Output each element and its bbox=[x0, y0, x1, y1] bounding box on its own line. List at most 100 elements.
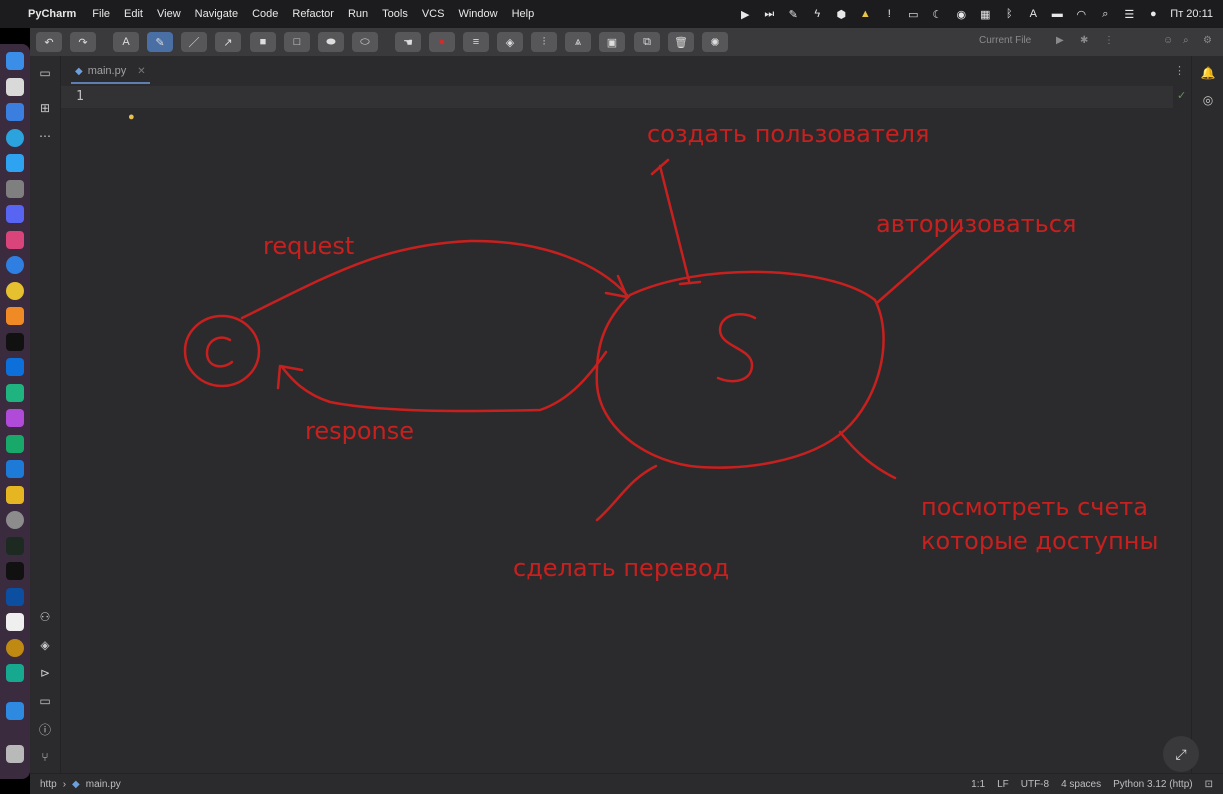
appcode-icon[interactable] bbox=[6, 231, 24, 249]
menu-navigate[interactable]: Navigate bbox=[195, 8, 238, 20]
bolt-icon[interactable]: ϟ bbox=[810, 8, 824, 20]
shield-icon[interactable]: ⬢ bbox=[834, 8, 848, 21]
app-store-icon[interactable] bbox=[6, 588, 24, 606]
rect-tool-icon[interactable]: □ bbox=[284, 32, 310, 52]
input-source-icon[interactable]: A bbox=[1026, 8, 1040, 20]
trash-icon[interactable] bbox=[6, 745, 24, 763]
menu-file[interactable]: File bbox=[92, 8, 110, 20]
caret-position[interactable]: 1:1 bbox=[971, 779, 985, 790]
undo-icon[interactable]: ↶ bbox=[36, 32, 62, 52]
menu-window[interactable]: Window bbox=[458, 8, 497, 20]
tab-options-icon[interactable]: ⋮ bbox=[1174, 64, 1185, 77]
bluetooth-icon[interactable]: ᛒ bbox=[1002, 8, 1016, 20]
breadcrumb-file[interactable]: main.py bbox=[86, 779, 121, 790]
finder-icon[interactable] bbox=[6, 52, 24, 70]
line-tool-icon[interactable]: ／ bbox=[181, 32, 207, 52]
launchpad-icon[interactable] bbox=[6, 78, 24, 96]
align-icon[interactable]: ⫶ bbox=[531, 32, 557, 52]
project-folder-icon[interactable]: ▭ bbox=[38, 66, 52, 80]
more-tools-icon[interactable]: ⋯ bbox=[38, 129, 52, 143]
moon-icon[interactable]: ☾ bbox=[930, 8, 944, 21]
tab-main-py[interactable]: ◆ main.py ✕ bbox=[71, 60, 150, 84]
python-interpreter[interactable]: Python 3.12 (http) bbox=[1113, 779, 1193, 790]
text-tool-icon[interactable]: A bbox=[113, 32, 139, 52]
system-preferences-icon[interactable] bbox=[6, 511, 24, 529]
webstorm-icon[interactable] bbox=[6, 358, 24, 376]
music-icon[interactable] bbox=[6, 639, 24, 657]
ide-settings-icon[interactable]: ⚙ bbox=[1203, 35, 1212, 46]
clion-icon[interactable] bbox=[6, 435, 24, 453]
lock-icon[interactable]: ⊡ bbox=[1205, 779, 1213, 790]
problems-icon[interactable]: ⓘ bbox=[38, 722, 52, 737]
ellipse-tool-icon[interactable]: ⬭ bbox=[352, 32, 378, 52]
notifications-icon[interactable]: 🔔 bbox=[1201, 66, 1216, 80]
redo-icon[interactable]: ↷ bbox=[70, 32, 96, 52]
pen-tool-icon[interactable]: ✎ bbox=[147, 32, 173, 52]
clock[interactable]: Пт 20:11 bbox=[1170, 8, 1213, 20]
menu-tools[interactable]: Tools bbox=[382, 8, 408, 20]
python-packages-icon[interactable]: ◈ bbox=[38, 638, 52, 652]
activity-monitor-icon[interactable] bbox=[6, 537, 24, 555]
siri-icon[interactable]: ● bbox=[1146, 8, 1160, 20]
calendar-icon[interactable] bbox=[6, 613, 24, 631]
downloads-folder-icon[interactable] bbox=[6, 702, 24, 720]
services-icon[interactable]: ⊳ bbox=[38, 666, 52, 680]
discord-icon[interactable] bbox=[6, 205, 24, 223]
messages-icon[interactable] bbox=[6, 154, 24, 172]
run-config-selector[interactable]: Current File bbox=[979, 35, 1031, 46]
menu-run[interactable]: Run bbox=[348, 8, 368, 20]
layers-icon[interactable]: ◈ bbox=[497, 32, 523, 52]
pointer-icon[interactable]: ☚ bbox=[395, 32, 421, 52]
play-icon[interactable]: ▶ bbox=[738, 8, 752, 21]
menu-code[interactable]: Code bbox=[252, 8, 278, 20]
menu-app-name[interactable]: PyCharm bbox=[28, 8, 76, 20]
menu-refactor[interactable]: Refactor bbox=[292, 8, 334, 20]
indent-setting[interactable]: 4 spaces bbox=[1061, 779, 1101, 790]
intellij-icon[interactable] bbox=[6, 409, 24, 427]
sublime-icon[interactable] bbox=[6, 307, 24, 325]
control-center-icon[interactable]: ☰ bbox=[1122, 8, 1136, 21]
filled-rect-icon[interactable]: ■ bbox=[250, 32, 276, 52]
mail-icon[interactable] bbox=[6, 103, 24, 121]
wifi-icon[interactable]: ◠ bbox=[1074, 8, 1088, 21]
close-tab-icon[interactable]: ✕ bbox=[137, 66, 145, 77]
menu-edit[interactable]: Edit bbox=[124, 8, 143, 20]
python-console-icon[interactable]: ⚇ bbox=[38, 610, 52, 624]
notes-icon[interactable] bbox=[6, 486, 24, 504]
line-width-icon[interactable]: ≡ bbox=[463, 32, 489, 52]
terminal-tool-icon[interactable]: ▭ bbox=[38, 694, 52, 708]
debug-icon[interactable]: ✱ bbox=[1080, 35, 1088, 46]
safari-icon[interactable] bbox=[6, 256, 24, 274]
duplicate-icon[interactable]: ⧉ bbox=[634, 32, 660, 52]
structure-icon[interactable]: ⊞ bbox=[38, 101, 52, 115]
ai-assistant-icon[interactable]: ◎ bbox=[1201, 93, 1215, 107]
inspection-check-icon[interactable]: ✓ bbox=[1177, 89, 1186, 102]
code-editor[interactable]: 1 ● ✓ bbox=[61, 86, 1191, 776]
pycharm-ce-icon[interactable] bbox=[6, 664, 24, 682]
pycharm-dock-icon[interactable] bbox=[6, 384, 24, 402]
color-picker-icon[interactable]: ● bbox=[429, 32, 455, 52]
search-everywhere-icon[interactable]: ⌕ bbox=[1183, 35, 1189, 46]
more-icon[interactable]: ⋮ bbox=[1104, 35, 1114, 46]
record-icon[interactable]: ◉ bbox=[954, 8, 968, 21]
skip-icon[interactable]: ⏭ bbox=[762, 8, 776, 20]
bring-front-icon[interactable]: ▣ bbox=[599, 32, 625, 52]
pen-icon[interactable]: ✎ bbox=[786, 8, 800, 21]
lightbulb-icon[interactable]: ● bbox=[128, 111, 135, 123]
battery-icon[interactable]: ▬ bbox=[1050, 8, 1064, 20]
line-ending[interactable]: LF bbox=[997, 779, 1009, 790]
vscode-icon[interactable] bbox=[6, 460, 24, 478]
telegram-icon[interactable] bbox=[6, 129, 24, 147]
terminal-icon[interactable] bbox=[6, 562, 24, 580]
profile-icon[interactable]: ☺ bbox=[1163, 35, 1173, 46]
delete-icon[interactable]: 🗑 bbox=[668, 32, 694, 52]
display-icon[interactable]: ▭ bbox=[906, 8, 920, 21]
menu-view[interactable]: View bbox=[157, 8, 181, 20]
menu-vcs[interactable]: VCS bbox=[422, 8, 445, 20]
warning-icon[interactable]: ▲ bbox=[858, 8, 872, 20]
git-icon[interactable]: ⑂ bbox=[38, 750, 52, 764]
file-encoding[interactable]: UTF-8 bbox=[1021, 779, 1049, 790]
alert-icon[interactable]: ! bbox=[882, 8, 896, 20]
menu-help[interactable]: Help bbox=[512, 8, 535, 20]
search-icon[interactable]: ⌕ bbox=[1098, 8, 1112, 20]
